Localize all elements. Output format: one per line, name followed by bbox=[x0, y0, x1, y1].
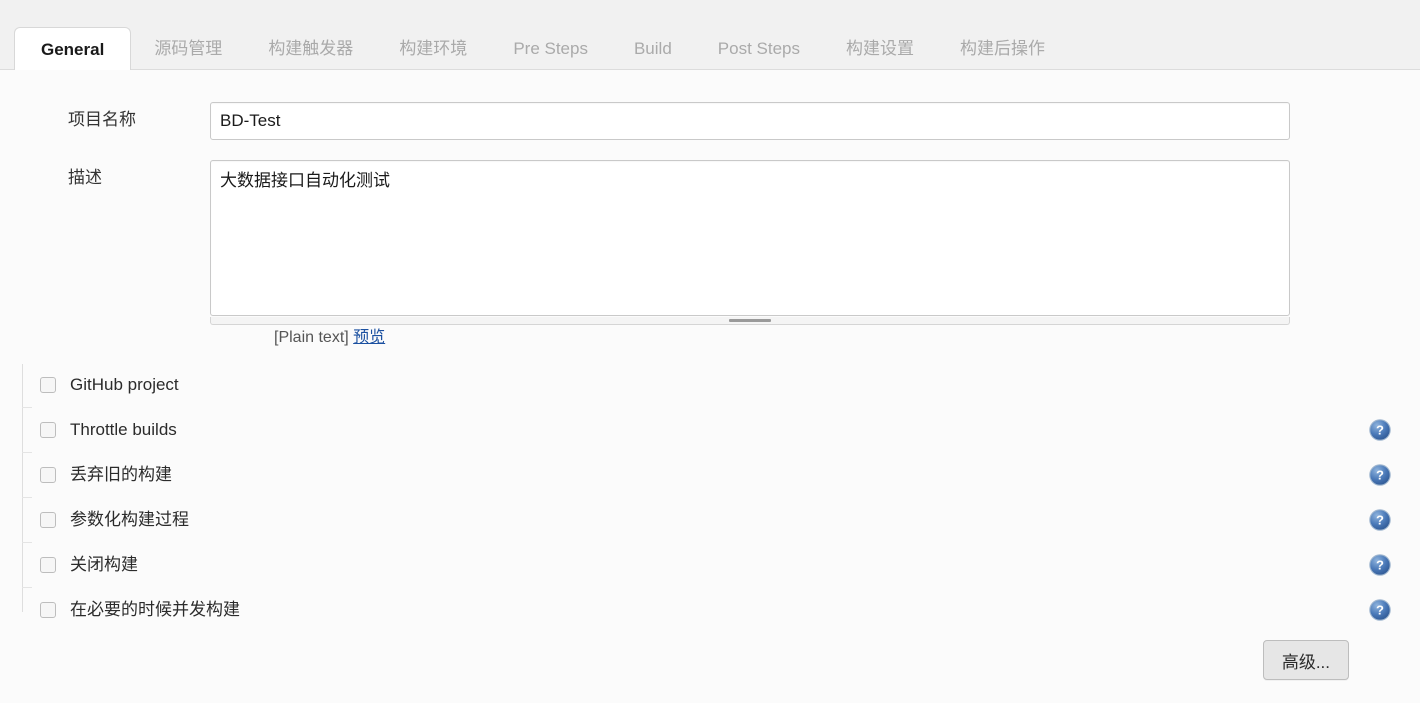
checkbox-row: 丢弃旧的构建? bbox=[0, 452, 1420, 497]
checkbox-row: 在必要的时候并发构建? bbox=[0, 587, 1420, 632]
help-icon[interactable]: ? bbox=[1369, 418, 1391, 441]
preview-link[interactable]: 预览 bbox=[353, 329, 385, 346]
option-checkbox[interactable] bbox=[40, 601, 56, 618]
svg-text:?: ? bbox=[1376, 467, 1384, 482]
checkbox-row: GitHub project bbox=[0, 362, 1420, 407]
svg-text:?: ? bbox=[1376, 557, 1384, 572]
advanced-button[interactable]: 高级... bbox=[1262, 640, 1349, 680]
option-checkbox[interactable] bbox=[40, 421, 56, 438]
option-checkbox[interactable] bbox=[40, 376, 56, 393]
option-checkbox[interactable] bbox=[40, 466, 56, 483]
tab-[interactable]: 构建环境 bbox=[376, 26, 490, 70]
markup-format-label: [Plain text] bbox=[274, 329, 349, 346]
checkbox-row: 关闭构建? bbox=[0, 542, 1420, 587]
description-textarea[interactable] bbox=[210, 160, 1290, 316]
option-label[interactable]: Throttle builds bbox=[70, 420, 177, 440]
option-label[interactable]: 丢弃旧的构建 bbox=[70, 465, 172, 485]
checkbox-row: Throttle builds? bbox=[0, 407, 1420, 452]
tab-strip: General 源码管理 构建触发器 构建环境 Pre Steps Build Post S… bbox=[0, 15, 1420, 71]
field-project-name: 项目名称 bbox=[0, 102, 1290, 140]
tab-build[interactable]: Build bbox=[611, 26, 695, 70]
option-label[interactable]: 在必要的时候并发构建 bbox=[70, 600, 240, 620]
tab-general[interactable]: General bbox=[14, 27, 132, 71]
config-form: 项目名称 描述 [Plain text] 预览 GitHub project Th… bbox=[0, 70, 1420, 703]
project-name-input[interactable] bbox=[210, 102, 1290, 140]
textarea-resize-handle[interactable] bbox=[210, 317, 1290, 325]
help-icon[interactable]: ? bbox=[1369, 463, 1391, 486]
option-label[interactable]: 关闭构建 bbox=[70, 555, 138, 575]
tab-[interactable]: 构建后操作 bbox=[937, 26, 1068, 70]
help-icon[interactable]: ? bbox=[1369, 508, 1391, 531]
svg-text:?: ? bbox=[1376, 422, 1384, 437]
config-tab-bar: General 源码管理 构建触发器 构建环境 Pre Steps Build Post S… bbox=[0, 0, 1420, 71]
option-checkbox[interactable] bbox=[40, 511, 56, 528]
tab-[interactable]: 源码管理 bbox=[131, 26, 245, 70]
project-name-label: 项目名称 bbox=[68, 110, 136, 129]
checkbox-row: 参数化构建过程? bbox=[0, 497, 1420, 542]
svg-text:?: ? bbox=[1376, 512, 1384, 527]
tab-post-steps[interactable]: Post Steps bbox=[695, 26, 823, 70]
description-area-wrap bbox=[210, 160, 1290, 325]
help-icon[interactable]: ? bbox=[1369, 553, 1391, 576]
options-checkbox-group: GitHub project Throttle builds? 丢弃旧的构建? 参数化… bbox=[0, 362, 1420, 632]
description-label: 描述 bbox=[68, 168, 102, 187]
option-label[interactable]: GitHub project bbox=[70, 375, 179, 395]
tab-pre-steps[interactable]: Pre Steps bbox=[490, 26, 611, 70]
tab-[interactable]: 构建触发器 bbox=[245, 26, 376, 70]
markup-format-line: [Plain text] 预览 bbox=[274, 328, 385, 348]
job-config-page: General 源码管理 构建触发器 构建环境 Pre Steps Build Post S… bbox=[0, 0, 1420, 703]
svg-text:?: ? bbox=[1376, 602, 1384, 617]
option-label[interactable]: 参数化构建过程 bbox=[70, 510, 189, 530]
option-checkbox[interactable] bbox=[40, 556, 56, 573]
tab-[interactable]: 构建设置 bbox=[823, 26, 937, 70]
field-description: 描述 bbox=[0, 160, 1290, 325]
help-icon[interactable]: ? bbox=[1369, 598, 1391, 621]
